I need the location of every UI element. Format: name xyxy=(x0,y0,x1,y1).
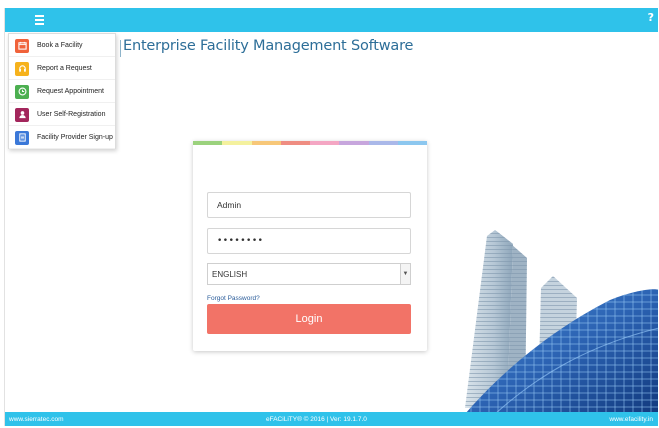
menu-item-provider-signup[interactable]: Facility Provider Sign-up xyxy=(9,127,115,149)
footer-website-link[interactable]: www.sierratec.com xyxy=(9,416,64,423)
menu-item-label: Book a Facility xyxy=(37,42,83,49)
menu-item-label: Facility Provider Sign-up xyxy=(37,134,113,141)
menu-item-book-facility[interactable]: Book a Facility xyxy=(9,35,115,57)
menu-item-report-request[interactable]: Report a Request xyxy=(9,58,115,80)
title-divider xyxy=(120,40,121,57)
top-bar: ? xyxy=(5,8,658,32)
user-icon xyxy=(15,107,29,122)
hamburger-icon[interactable] xyxy=(32,12,48,28)
forgot-password-link[interactable]: Forgot Password? xyxy=(207,295,260,302)
clock-icon xyxy=(15,84,29,99)
menu-item-label: Request Appointment xyxy=(37,88,104,95)
password-input[interactable]: •••••••• xyxy=(207,228,411,254)
login-button[interactable]: Login xyxy=(207,304,411,334)
language-select[interactable]: ENGLISH ▼ xyxy=(207,263,411,285)
menu-item-request-appointment[interactable]: Request Appointment xyxy=(9,81,115,103)
username-input[interactable]: Admin xyxy=(207,192,411,218)
app-window: ? Book a Facility Report a Request Reque… xyxy=(4,8,658,426)
quick-menu: Book a Facility Report a Request Request… xyxy=(8,33,116,149)
language-value: ENGLISH xyxy=(212,269,248,279)
footer-version: eFACiLiTY® © 2016 | Ver: 19.1.7.0 xyxy=(266,415,367,423)
page-title: Enterprise Facility Management Software xyxy=(123,38,414,54)
footer: www.sierratec.com eFACiLiTY® © 2016 | Ve… xyxy=(5,412,658,426)
buildings-image xyxy=(465,230,658,414)
footer-product-link[interactable]: www.efacility.in xyxy=(609,416,653,423)
menu-item-user-registration[interactable]: User Self-Registration xyxy=(9,104,115,126)
chevron-down-icon[interactable]: ▼ xyxy=(400,264,410,284)
headset-icon xyxy=(15,61,29,76)
login-card: Admin •••••••• ENGLISH ▼ Forgot Password… xyxy=(193,141,427,351)
calendar-icon xyxy=(15,38,29,53)
menu-item-label: Report a Request xyxy=(37,65,92,72)
menu-item-label: User Self-Registration xyxy=(37,111,106,118)
color-strip xyxy=(193,141,427,145)
document-icon xyxy=(15,130,29,145)
help-icon[interactable]: ? xyxy=(648,11,654,24)
